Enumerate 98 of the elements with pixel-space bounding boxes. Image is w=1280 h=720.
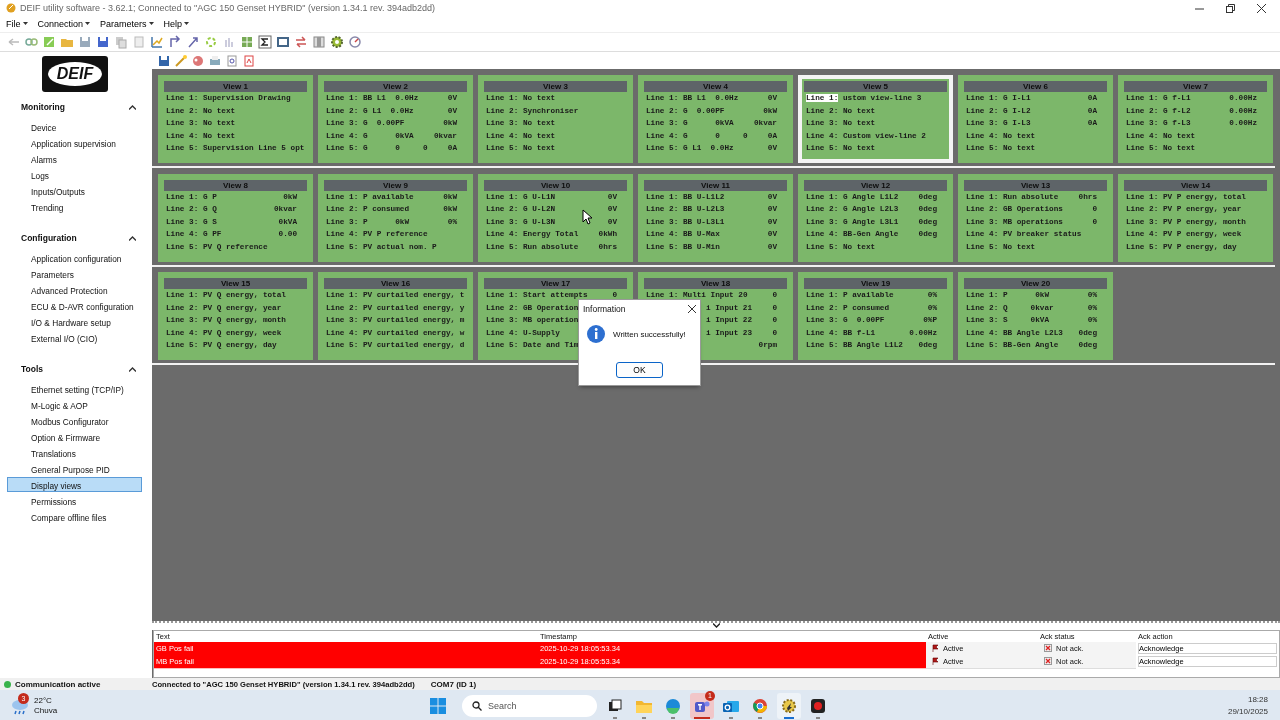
sidebar-item[interactable]: Application configuration (7, 250, 142, 265)
chevron-icon[interactable] (129, 104, 136, 110)
temperature: 22°C (34, 696, 53, 706)
link-icon[interactable] (24, 35, 38, 49)
cross-icon (1044, 657, 1052, 665)
sidebar-item[interactable]: Application supervision (7, 135, 142, 150)
view-title: View 15 (164, 278, 307, 289)
sidebar-item[interactable]: I/O & Hardware setup (7, 314, 142, 329)
view-title: View 17 (484, 278, 627, 289)
view-title: View 1 (164, 81, 307, 92)
save-icon[interactable] (96, 35, 110, 49)
save-icon[interactable] (78, 35, 92, 49)
sidebar-item[interactable]: Permissions (7, 493, 142, 508)
status-text: COM7 (ID 1) (430, 679, 477, 689)
chevron-icon[interactable] (129, 366, 136, 372)
paint-icon[interactable] (191, 53, 205, 68)
menu-item[interactable]: File (6, 19, 28, 29)
view-title: View 8 (164, 179, 307, 191)
view-title: View 7 (1124, 81, 1267, 92)
sidebar-item[interactable]: Compare offline files (7, 509, 142, 524)
start-icon[interactable] (430, 698, 446, 714)
view-title: View 20 (964, 278, 1107, 289)
gear-icon[interactable] (781, 698, 797, 714)
sidebar-item[interactable]: General Purpose PID (7, 461, 142, 476)
view-title: View 14 (1124, 179, 1267, 191)
sidebar-item[interactable]: Parameters (7, 266, 142, 281)
caret-icon[interactable] (22, 22, 28, 26)
clock-time: 18:28 (1246, 694, 1268, 706)
sidebar-item[interactable]: Modbus Configurator (7, 413, 142, 428)
view-title: View 9 (324, 179, 467, 191)
sidebar-item[interactable]: External I/O (CIO) (7, 330, 142, 345)
menu-item[interactable]: Connection (37, 19, 91, 29)
record-icon[interactable] (810, 698, 826, 714)
menu-item[interactable]: Help (163, 19, 190, 29)
mail-icon[interactable] (722, 698, 740, 714)
view-title: View 19 (804, 278, 947, 289)
view-title: View 4 (644, 81, 787, 92)
browser-icon[interactable] (752, 698, 768, 714)
cursor-icon (582, 209, 592, 225)
sidebar-item[interactable]: Alarms (7, 151, 142, 166)
close-icon[interactable] (1257, 3, 1266, 13)
arrow-icon[interactable] (186, 35, 200, 49)
sidebar-item[interactable]: Option & Firmware (7, 429, 142, 444)
panel-icon[interactable] (312, 35, 326, 49)
print-icon[interactable] (208, 53, 222, 68)
status-text: Communication active (15, 679, 101, 689)
clock-date: 29/10/2025 (1227, 706, 1268, 718)
sidebar-item[interactable]: Inputs/Outputs (7, 183, 142, 198)
info-icon[interactable] (586, 324, 606, 344)
sidebar-item[interactable]: Ethernet setting (TCP/IP) (7, 381, 142, 396)
wand-icon[interactable] (174, 53, 188, 68)
caret-icon[interactable] (148, 22, 154, 26)
view-title: View 16 (324, 278, 467, 289)
close-icon[interactable] (688, 304, 696, 313)
section-header[interactable]: Tools (21, 364, 44, 374)
window-title: DEIF utility software - 3.62.1; Connected to "AGC 150 Genset HYBRID" (version 1.34.1 rev. 394adb2dd) (20, 3, 435, 13)
gauge-icon[interactable] (348, 35, 362, 49)
view-title: View 3 (484, 81, 627, 92)
sidebar-item[interactable]: M-Logic & AOP (7, 397, 142, 412)
sidebar-item[interactable]: Display views (7, 477, 142, 492)
preview-icon[interactable] (225, 53, 239, 68)
logo: DEIF (42, 56, 108, 92)
view-title: View 5 (804, 81, 947, 92)
view-title: View 10 (484, 179, 627, 191)
ok-button[interactable]: OK (616, 362, 663, 378)
view-title: View 18 (644, 278, 787, 289)
view-title: View 6 (964, 81, 1107, 92)
chart-icon[interactable] (150, 35, 164, 49)
caret-icon[interactable] (184, 22, 190, 26)
restore-icon[interactable] (1226, 3, 1235, 13)
sidebar-item[interactable]: Translations (7, 445, 142, 460)
dialog-title: Information (583, 303, 626, 314)
view-title: View 2 (324, 81, 467, 92)
chevron-icon[interactable] (712, 623, 720, 628)
gear-icon[interactable] (330, 35, 344, 49)
swap-icon[interactable] (294, 35, 308, 49)
sidebar-item[interactable]: Advanced Protection (7, 282, 142, 297)
view-title: View 12 (804, 179, 947, 191)
task-view-icon[interactable] (607, 698, 623, 714)
cross-icon (1044, 644, 1052, 652)
sidebar-item[interactable]: ECU & D-AVR configuration (7, 298, 142, 313)
caret-icon[interactable] (85, 22, 91, 26)
view-title: View 11 (644, 179, 787, 191)
sidebar-item[interactable]: Logs (7, 167, 142, 182)
menu-item[interactable]: Parameters (100, 19, 154, 29)
weather-condition: Chuva (34, 706, 58, 716)
view-title: View 13 (964, 179, 1107, 191)
sigma-icon[interactable] (258, 35, 272, 49)
sidebar-item[interactable]: Trending (7, 199, 142, 214)
chevron-icon[interactable] (129, 235, 136, 241)
browser-icon[interactable] (665, 698, 681, 714)
search-icon[interactable] (472, 701, 482, 711)
sidebar-item[interactable]: Device (7, 119, 142, 134)
section-header[interactable]: Configuration (21, 233, 77, 243)
save-icon[interactable] (157, 53, 171, 68)
arrow-icon[interactable] (168, 35, 182, 49)
section-header[interactable]: Monitoring (21, 102, 65, 112)
search-field[interactable]: Search (462, 695, 597, 717)
